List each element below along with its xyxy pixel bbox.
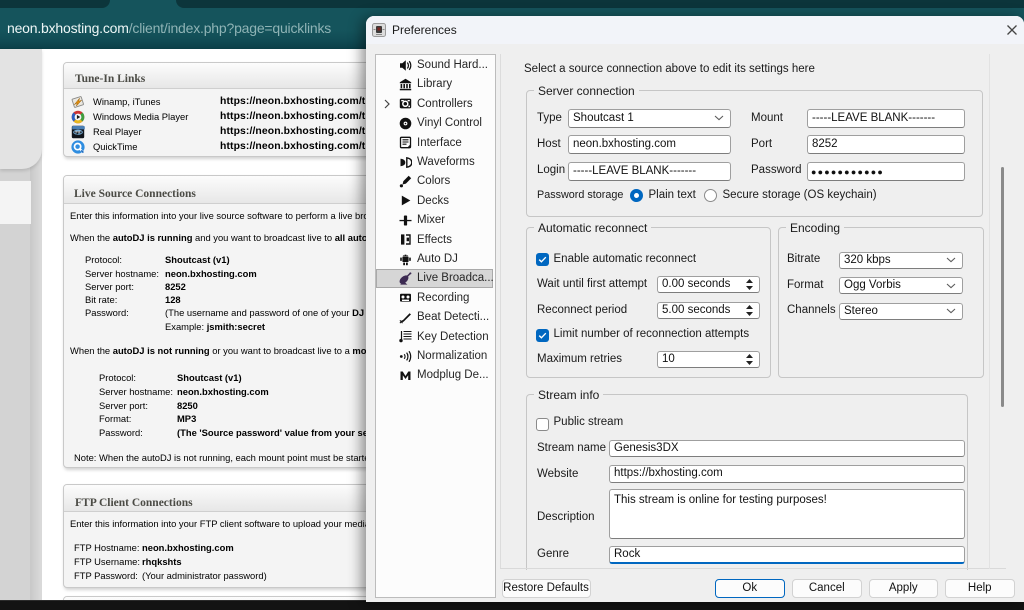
svg-text:real: real bbox=[75, 130, 81, 134]
